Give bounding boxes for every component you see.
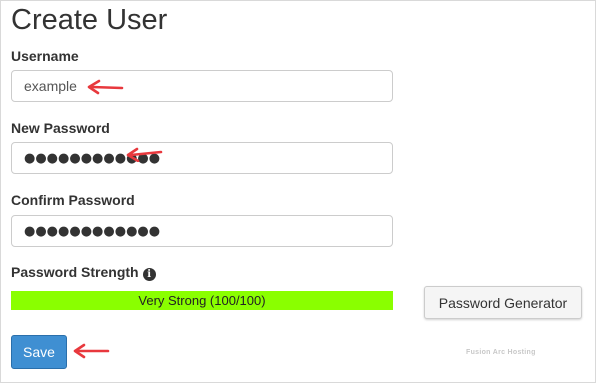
new-password-label: New Password <box>11 120 110 136</box>
save-button[interactable]: Save <box>11 335 67 369</box>
red-arrow-icon <box>126 147 163 162</box>
page-title: Create User <box>11 4 168 36</box>
password-generator-button[interactable]: Password Generator <box>424 286 582 319</box>
password-strength-meter: Very Strong (100/100) <box>11 291 393 310</box>
new-password-input[interactable]: ●●●●●●●●●●●● <box>11 142 393 174</box>
confirm-password-input[interactable]: ●●●●●●●●●●●● <box>11 215 393 247</box>
username-input[interactable]: example <box>11 70 393 102</box>
username-value: example <box>24 78 77 94</box>
password-strength-label-text: Password Strength <box>11 264 139 280</box>
info-circle-icon[interactable]: i <box>142 268 156 281</box>
password-strength-label: Password Strength i <box>11 263 156 281</box>
watermark: Fusion Arc Hosting <box>466 349 536 356</box>
password-strength-text: Very Strong (100/100) <box>138 293 266 308</box>
red-arrow-icon <box>73 343 110 359</box>
confirm-password-label: Confirm Password <box>11 192 135 208</box>
confirm-password-value: ●●●●●●●●●●●● <box>24 223 161 239</box>
username-label: Username <box>11 48 79 64</box>
red-arrow-icon <box>87 79 124 95</box>
